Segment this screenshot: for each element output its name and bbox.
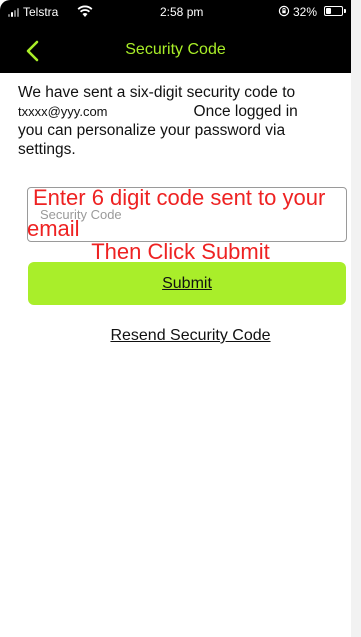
annotation-line-2: email — [27, 216, 80, 241]
app-screen: Telstra 2:58 pm 32% Security Code We hav… — [0, 0, 361, 637]
annotation-line-1: Enter 6 digit code sent to your — [33, 185, 326, 210]
cellular-signal-icon — [8, 8, 19, 17]
annotation-line-3: Then Click Submit — [91, 239, 270, 264]
instruction-text: We have sent a six-digit security code t… — [18, 83, 343, 159]
submit-label: Submit — [162, 274, 212, 292]
status-time: 2:58 pm — [160, 5, 204, 19]
wifi-icon — [77, 5, 93, 17]
page-title: Security Code — [125, 41, 226, 58]
rotation-lock-icon — [278, 5, 290, 17]
message-line-3: you can personalize your password via se… — [18, 122, 286, 158]
battery-icon — [324, 6, 346, 16]
submit-button[interactable]: Submit — [28, 262, 346, 305]
message-line-2-suffix: Once logged in — [193, 103, 298, 120]
window-edge — [351, 0, 361, 637]
resend-code-link[interactable]: Resend Security Code — [0, 327, 361, 345]
masked-email: txxxx@yyy.com — [18, 104, 108, 119]
status-bar: Telstra 2:58 pm 32% — [0, 0, 351, 24]
message-line-2: txxxx@yyy.com Once logged in — [18, 102, 343, 121]
header-bar: Telstra 2:58 pm 32% Security Code — [0, 0, 351, 73]
message-line-1: We have sent a six-digit security code t… — [18, 84, 296, 101]
battery-percent: 32% — [293, 5, 318, 19]
carrier-name: Telstra — [23, 5, 59, 19]
